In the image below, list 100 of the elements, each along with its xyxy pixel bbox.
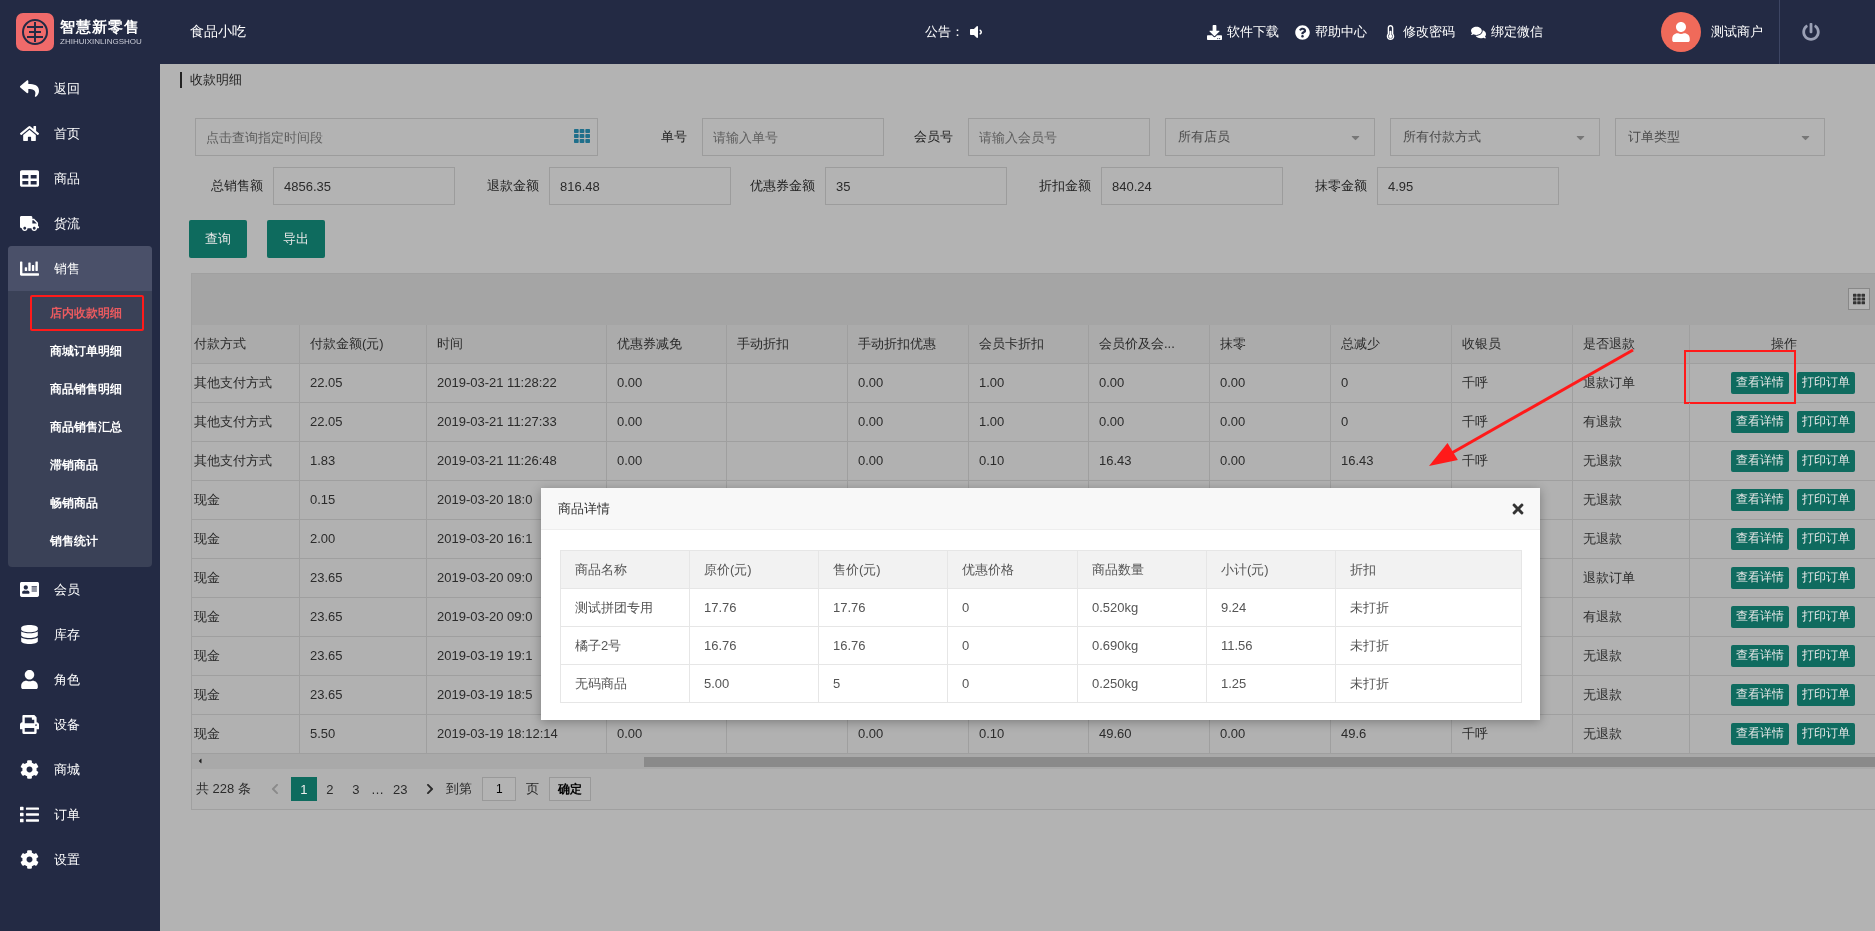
sidebar-item[interactable]: 商品 xyxy=(0,156,160,201)
summary-field[interactable]: 4.95 xyxy=(1377,167,1559,205)
action-button[interactable]: 查看详情 xyxy=(1731,449,1789,472)
power-icon[interactable] xyxy=(1802,23,1820,41)
sidebar-item[interactable]: 订单 xyxy=(0,792,160,837)
sidebar-subitem[interactable]: 商城订单明细 xyxy=(30,333,144,369)
column-header: 优惠价格 xyxy=(948,551,1078,589)
calendar-icon[interactable] xyxy=(574,128,590,144)
table-cell: 0.250kg xyxy=(1078,665,1207,703)
action-button[interactable]: 查看详情 xyxy=(1731,410,1789,433)
summary-label: 抹零金额 xyxy=(1314,177,1367,195)
sidebar-subitem[interactable]: 商品销售汇总 xyxy=(30,409,144,445)
action-button[interactable]: 打印订单 xyxy=(1797,371,1855,394)
table-cell: 千呼 xyxy=(1452,402,1573,442)
member-number-field[interactable]: 请输入会员号 xyxy=(968,118,1150,156)
table-cell: 无退款 xyxy=(1573,636,1690,676)
sidebar-subitem[interactable]: 商品销售明细 xyxy=(30,371,144,407)
sidebar-item[interactable]: 销售 xyxy=(8,246,152,291)
speaker-icon[interactable] xyxy=(968,24,984,40)
action-button[interactable]: 查看详情 xyxy=(1731,566,1789,589)
truck-icon xyxy=(18,214,40,233)
page-unit: 页 xyxy=(526,780,540,799)
sidebar-subitem[interactable]: 畅销商品 xyxy=(30,485,144,521)
table-cell: 其他支付方式 xyxy=(192,363,300,403)
top-link[interactable]: 修改密码 xyxy=(1383,23,1455,41)
date-range-field[interactable]: 点击查询指定时间段 xyxy=(195,118,598,156)
table-cell: 2019-03-21 11:27:33 xyxy=(427,402,607,442)
confirm-button[interactable]: 确定 xyxy=(549,777,592,802)
table-cell: 0.00 xyxy=(1089,363,1210,403)
user-avatar[interactable] xyxy=(1661,12,1701,52)
brand-name: 智慧新零售 xyxy=(60,18,141,37)
table-cell: 0.00 xyxy=(848,441,969,481)
sidebar-item[interactable]: 返回 xyxy=(0,66,160,111)
table-cell: 0.00 xyxy=(607,363,727,403)
sidebar-item[interactable]: 商城 xyxy=(0,747,160,792)
action-button[interactable]: 查看详情 xyxy=(1731,605,1789,628)
query-button[interactable]: 查询 xyxy=(189,220,247,258)
action-button[interactable]: 打印订单 xyxy=(1797,644,1855,667)
summary-field[interactable]: 816.48 xyxy=(549,167,731,205)
action-button[interactable]: 打印订单 xyxy=(1797,410,1855,433)
action-button[interactable]: 打印订单 xyxy=(1797,722,1855,745)
table-cell: 22.05 xyxy=(300,402,427,442)
table-cell: 11.56 xyxy=(1207,627,1336,665)
order-number-field[interactable]: 请输入单号 xyxy=(702,118,884,156)
column-header: 会员卡折扣 xyxy=(969,324,1089,364)
table-cell: 23.65 xyxy=(300,675,427,715)
action-button[interactable]: 查看详情 xyxy=(1731,371,1789,394)
table-cell: 现金 xyxy=(192,597,300,637)
sidebar-item[interactable]: 设置 xyxy=(0,837,160,882)
page-button[interactable]: 1 xyxy=(290,777,317,802)
table-cell: 无退款 xyxy=(1573,519,1690,559)
summary-label: 总销售额 xyxy=(210,177,263,195)
sidebar-item[interactable]: 库存 xyxy=(0,612,160,657)
filter-select[interactable]: 所有付款方式 xyxy=(1390,118,1600,156)
table-cell: 1.25 xyxy=(1207,665,1336,703)
top-link[interactable]: 软件下载 xyxy=(1207,23,1279,41)
sidebar-item[interactable]: 货流 xyxy=(0,201,160,246)
sidebar-subitem[interactable]: 销售统计 xyxy=(30,523,144,559)
table-cell: 千呼 xyxy=(1452,363,1573,403)
filter-select[interactable]: 所有店员 xyxy=(1165,118,1375,156)
column-header: 折扣 xyxy=(1336,551,1522,589)
top-link[interactable]: 绑定微信 xyxy=(1471,23,1543,41)
table-cell: 0 xyxy=(948,627,1078,665)
action-button[interactable]: 打印订单 xyxy=(1797,488,1855,511)
action-button[interactable]: 查看详情 xyxy=(1731,644,1789,667)
summary-field[interactable]: 4856.35 xyxy=(273,167,455,205)
table-cell: 5 xyxy=(819,665,948,703)
table-cell: 0.00 xyxy=(848,402,969,442)
page-ellipsis: … xyxy=(369,781,385,797)
sidebar-subitem[interactable]: 滞销商品 xyxy=(30,447,144,483)
action-button[interactable]: 打印订单 xyxy=(1797,683,1855,706)
table-cell: 0.520kg xyxy=(1078,589,1207,627)
action-button[interactable]: 查看详情 xyxy=(1731,527,1789,550)
action-button[interactable]: 打印订单 xyxy=(1797,527,1855,550)
action-button[interactable]: 查看详情 xyxy=(1731,683,1789,706)
table-cell: 1.83 xyxy=(300,441,427,481)
summary-field[interactable]: 35 xyxy=(825,167,1007,205)
column-header: 付款金额(元) xyxy=(300,324,427,364)
action-button[interactable]: 查看详情 xyxy=(1731,722,1789,745)
page-input[interactable]: 1 xyxy=(482,777,517,802)
action-button[interactable]: 打印订单 xyxy=(1797,566,1855,589)
action-button[interactable]: 打印订单 xyxy=(1797,605,1855,628)
table-cell: 0.00 xyxy=(1210,402,1331,442)
summary-field[interactable]: 840.24 xyxy=(1101,167,1283,205)
sidebar-item[interactable]: 首页 xyxy=(0,111,160,156)
table-cell: 其他支付方式 xyxy=(192,441,300,481)
table-cell: 2019-03-21 11:28:22 xyxy=(427,363,607,403)
back-icon xyxy=(18,79,40,98)
column-toggle-button[interactable] xyxy=(1848,288,1870,311)
filter-select[interactable]: 订单类型 xyxy=(1615,118,1825,156)
action-button[interactable]: 打印订单 xyxy=(1797,449,1855,472)
sidebar-item[interactable]: 角色 xyxy=(0,657,160,702)
top-link[interactable]: 帮助中心 xyxy=(1295,23,1367,41)
scrollbar-thumb[interactable] xyxy=(644,756,1875,767)
sidebar-item[interactable]: 设备 xyxy=(0,702,160,747)
sidebar-item[interactable]: 会员 xyxy=(0,567,160,612)
export-button[interactable]: 导出 xyxy=(267,220,325,258)
action-button[interactable]: 查看详情 xyxy=(1731,488,1789,511)
table-cell: 无退款 xyxy=(1573,675,1690,715)
column-header: 手动折扣优惠 xyxy=(848,324,969,364)
